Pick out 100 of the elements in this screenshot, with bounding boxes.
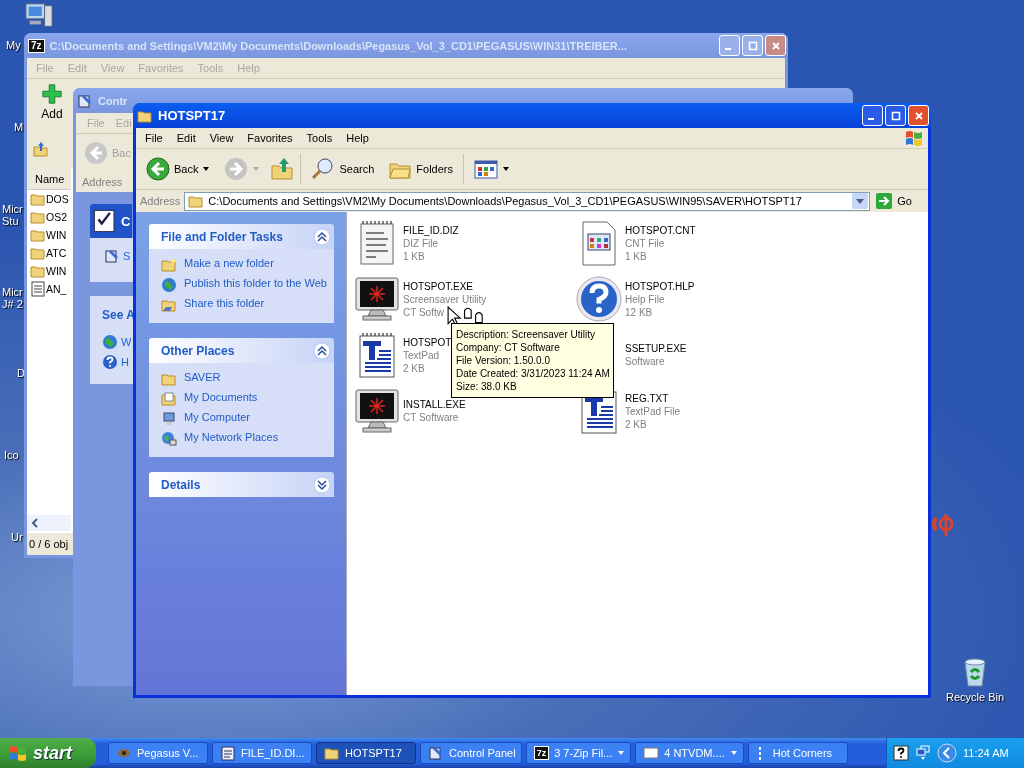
tooltip-text: Description: Screensaver Utility xyxy=(456,328,596,341)
desktop-icon-label[interactable]: Micr J# 2 xyxy=(2,286,23,310)
close-button[interactable] xyxy=(908,105,929,126)
help-icon[interactable] xyxy=(893,745,909,761)
tooltip-text: File Version: 1.50.0.0 xyxy=(456,354,551,367)
file-detail: CT Softw xyxy=(403,305,444,319)
window-title: Contr xyxy=(98,94,128,107)
maximize-button[interactable] xyxy=(885,105,906,126)
task-link[interactable]: Share this folder xyxy=(184,297,265,310)
task-link[interactable]: Publish this folder to the Web xyxy=(184,277,327,290)
taskbar-button[interactable]: FILE_ID.DI... xyxy=(212,742,312,764)
task-link[interactable]: Make a new folder xyxy=(184,257,274,270)
app-badge: 7z xyxy=(533,746,550,760)
task-link[interactable]: My Computer xyxy=(184,411,251,424)
taskbar-button[interactable]: Pegasus V... xyxy=(108,742,208,764)
address-label: Address xyxy=(82,176,123,188)
desktop-icon-label[interactable]: Micr Stu xyxy=(2,203,23,227)
file-name[interactable]: HOTSPOT.HLP xyxy=(625,279,695,293)
taskbar-button[interactable]: 7z 3 7-Zip Fil... xyxy=(525,742,632,764)
menu-item[interactable]: Edit xyxy=(171,132,201,144)
taskbar-button[interactable]: Hot Corners xyxy=(747,742,848,764)
file-detail: DIZ File xyxy=(403,236,438,250)
windows-icon[interactable] xyxy=(915,745,931,761)
panel-header[interactable]: Other Places xyxy=(149,338,334,363)
control-panel-icon xyxy=(77,92,93,109)
minimize-icon xyxy=(725,47,731,50)
desktop-icon-label[interactable]: Recycle Bin xyxy=(945,691,1005,703)
document-icon xyxy=(30,281,46,297)
up-folder-icon[interactable] xyxy=(270,157,295,181)
folders-button[interactable]: Folders xyxy=(384,157,457,181)
maximize-icon xyxy=(747,40,758,51)
file-detail: 2 KB xyxy=(403,361,425,375)
back-button[interactable]: Back xyxy=(142,157,215,181)
go-button[interactable]: Go xyxy=(874,193,924,209)
expand-icon[interactable] xyxy=(313,475,331,494)
task-link[interactable]: H xyxy=(121,356,129,368)
panel-header[interactable]: Details xyxy=(149,472,334,497)
task-link[interactable]: S xyxy=(123,250,131,262)
folder-icon xyxy=(161,257,177,273)
task-link[interactable]: My Documents xyxy=(184,391,258,404)
menu-item[interactable]: Help xyxy=(341,132,374,144)
file-name[interactable]: INSTALL.EXE xyxy=(403,398,466,411)
window-title: C:\Documents and Settings\VM2\My Documents\Downloads\Pegasus_Vol_3_CD1\PEGASUS\WIN31\TREIBER... xyxy=(49,39,627,52)
start-button[interactable]: start xyxy=(0,738,96,768)
computer-icon[interactable] xyxy=(24,2,54,30)
help-icon xyxy=(575,275,623,323)
file-name[interactable]: FILE_ID.DIZ xyxy=(403,223,459,237)
file-detail: CT Software xyxy=(403,411,459,424)
desktop-icon-label[interactable]: M xyxy=(14,121,24,133)
menu-item[interactable]: Favorites xyxy=(242,132,298,144)
taskbar-button[interactable]: HOTSPT17 xyxy=(316,742,416,764)
chevron-left-icon[interactable] xyxy=(937,743,957,763)
globe-icon xyxy=(161,277,177,293)
file-name[interactable]: HOTSPOT xyxy=(403,335,452,349)
close-icon xyxy=(770,40,781,51)
task-link[interactable]: SAVER xyxy=(184,371,221,384)
file-detail: Screensaver Utility xyxy=(403,292,487,306)
checklist-icon xyxy=(92,208,118,234)
clock: 11:24 AM xyxy=(963,747,1009,759)
file-detail: CNT File xyxy=(625,236,665,250)
menu-item[interactable]: Tools xyxy=(301,132,338,144)
plus-icon xyxy=(41,83,63,105)
network-icon xyxy=(161,431,177,447)
file-name[interactable]: REG.TXT xyxy=(625,391,669,405)
task-link[interactable]: W xyxy=(121,336,132,348)
taskbar-button[interactable]: Control Panel xyxy=(420,742,522,764)
menu-item[interactable]: View xyxy=(204,132,239,144)
file-name[interactable]: SSETUP.EXE xyxy=(625,342,687,355)
collapse-icon[interactable] xyxy=(313,341,331,360)
desktop-icon-label[interactable]: D xyxy=(17,367,25,379)
file-detail: Help File xyxy=(625,292,665,306)
file-name[interactable]: HOTSPOT.CNT xyxy=(625,223,696,237)
desktop-icon-label[interactable]: Ur xyxy=(11,531,23,543)
address-field[interactable]: C:\Documents and Settings\VM2\My Documents\Downloads\Pegasus_Vol_3_CD1\PEGASUS\WIN95\SAVER\HOTSPT17 xyxy=(184,191,871,211)
menu-item[interactable]: File xyxy=(140,132,168,144)
taskbar-button[interactable]: 4 NTVDM.... xyxy=(635,742,744,764)
view-grid-icon xyxy=(474,157,498,181)
notepad-icon xyxy=(220,745,236,761)
collapse-icon[interactable] xyxy=(313,227,331,246)
folder-icon xyxy=(30,227,46,243)
file-detail: Software xyxy=(625,355,665,368)
desktop-icon-label[interactable]: My xyxy=(6,39,21,51)
file-name[interactable]: HOTSPOT.EXE xyxy=(403,279,473,293)
documents-folder-icon xyxy=(161,391,177,407)
file-detail: 2 KB xyxy=(625,417,647,431)
search-button[interactable]: Search xyxy=(307,157,379,181)
help-icon xyxy=(102,354,118,370)
task-link[interactable]: My Network Places xyxy=(184,431,279,444)
tooltip-text: Company: CT Software xyxy=(456,341,561,354)
close-icon xyxy=(913,110,924,121)
folder-icon xyxy=(30,245,46,261)
file-detail: TextPad xyxy=(403,348,440,362)
panel-header[interactable]: File and Folder Tasks xyxy=(149,224,334,249)
minimize-button[interactable] xyxy=(862,105,883,126)
address-label: Address xyxy=(140,195,181,207)
file-detail: TextPad File xyxy=(625,404,681,418)
file-detail: 12 KB xyxy=(625,305,653,319)
folder-icon xyxy=(324,745,340,761)
shared-folder-icon xyxy=(161,297,177,313)
desktop-icon-label[interactable]: Ico xyxy=(4,449,19,461)
